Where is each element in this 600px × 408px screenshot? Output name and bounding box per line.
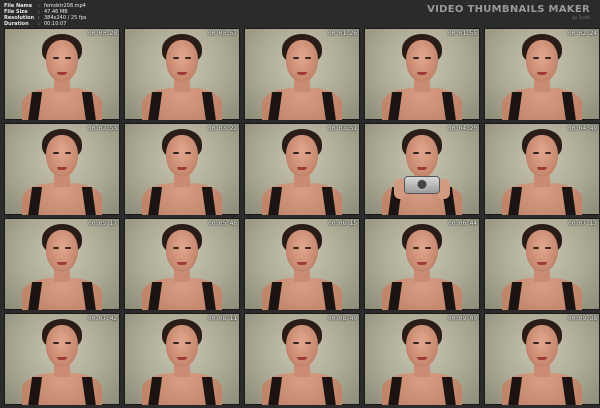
timestamp: 00:08:11 bbox=[208, 315, 237, 322]
timestamp: 00:08:40 bbox=[328, 315, 357, 322]
brand-subtitle: by Scatti bbox=[572, 15, 590, 20]
timestamp: 00:00:28 bbox=[88, 30, 117, 37]
thumbnail-frame[interactable]: 00:02:24 bbox=[484, 28, 600, 120]
brand-title: VIDEO THUMBNAILS MAKER bbox=[427, 4, 590, 15]
portrait-image bbox=[14, 34, 110, 120]
portrait-image bbox=[374, 319, 470, 405]
portrait-image bbox=[374, 224, 470, 310]
portrait-image bbox=[254, 34, 350, 120]
thumbnail-frame[interactable]: 00:00:57 bbox=[124, 28, 240, 120]
portrait-image bbox=[254, 319, 350, 405]
timestamp: 00:06:15 bbox=[328, 220, 357, 227]
thumbnail-frame[interactable]: 00:01:55 bbox=[364, 28, 480, 120]
portrait-image bbox=[254, 224, 350, 310]
thumbnail-frame[interactable]: 00:05:17 bbox=[4, 218, 120, 310]
portrait-image bbox=[14, 319, 110, 405]
portrait-image bbox=[494, 224, 590, 310]
timestamp: 00:02:24 bbox=[568, 30, 597, 37]
duration-value: 00:10:07 bbox=[44, 21, 67, 27]
portrait-image bbox=[374, 34, 470, 120]
thumbnail-frame[interactable]: 00:02:53 bbox=[4, 123, 120, 215]
portrait-image bbox=[494, 34, 590, 120]
timestamp: 00:05:46 bbox=[208, 220, 237, 227]
thumbnail-frame[interactable]: 00:04:20 bbox=[364, 123, 480, 215]
thumbnail-frame[interactable]: 00:04:49 bbox=[484, 123, 600, 215]
file-info-row: Duration : 00:10:07 bbox=[4, 21, 86, 27]
thumbnail-frame[interactable]: 00:03:51 bbox=[244, 123, 360, 215]
thumbnail-frame[interactable]: 00:07:13 bbox=[484, 218, 600, 310]
thumbnail-frame[interactable]: 00:09:09 bbox=[364, 313, 480, 405]
timestamp: 00:09:38 bbox=[568, 315, 597, 322]
timestamp: 00:04:49 bbox=[568, 125, 597, 132]
thumbnail-frame[interactable]: 00:09:38 bbox=[484, 313, 600, 405]
portrait-image bbox=[494, 319, 590, 405]
thumbnail-frame[interactable]: 00:08:40 bbox=[244, 313, 360, 405]
portrait-image bbox=[134, 34, 230, 120]
thumbnail-frame[interactable]: 00:08:11 bbox=[124, 313, 240, 405]
timestamp: 00:01:26 bbox=[328, 30, 357, 37]
portrait-image bbox=[14, 129, 110, 215]
file-info: File Name : femdstr208.mp4 File Size : 4… bbox=[4, 3, 86, 27]
timestamp: 00:03:22 bbox=[208, 125, 237, 132]
portrait-image bbox=[134, 319, 230, 405]
thumbnail-frame[interactable]: 00:05:46 bbox=[124, 218, 240, 310]
portrait-image bbox=[254, 129, 350, 215]
timestamp: 00:09:09 bbox=[448, 315, 477, 322]
timestamp: 00:03:51 bbox=[328, 125, 357, 132]
timestamp: 00:07:42 bbox=[88, 315, 117, 322]
thumbnail-grid: 00:00:28 00:00:57 00:01:26 00:01:55 00:02:24… bbox=[4, 28, 600, 405]
portrait-image bbox=[494, 129, 590, 215]
timestamp: 00:06:44 bbox=[448, 220, 477, 227]
timestamp: 00:00:57 bbox=[208, 30, 237, 37]
camera-icon bbox=[394, 173, 450, 199]
thumbnail-frame[interactable]: 00:06:15 bbox=[244, 218, 360, 310]
timestamp: 00:04:20 bbox=[448, 125, 477, 132]
thumbnail-frame[interactable]: 00:06:44 bbox=[364, 218, 480, 310]
thumbnail-frame[interactable]: 00:01:26 bbox=[244, 28, 360, 120]
portrait-image bbox=[134, 129, 230, 215]
timestamp: 00:07:13 bbox=[568, 220, 597, 227]
portrait-image bbox=[134, 224, 230, 310]
portrait-image bbox=[14, 224, 110, 310]
timestamp: 00:05:17 bbox=[88, 220, 117, 227]
duration-key: Duration bbox=[4, 21, 29, 27]
brand-logo: VIDEO THUMBNAILS MAKER by Scatti bbox=[427, 4, 590, 20]
timestamp: 00:02:53 bbox=[88, 125, 117, 132]
timestamp: 00:01:55 bbox=[448, 30, 477, 37]
header: File Name : femdstr208.mp4 File Size : 4… bbox=[0, 0, 600, 28]
portrait-image bbox=[374, 129, 470, 215]
thumbnail-frame[interactable]: 00:03:22 bbox=[124, 123, 240, 215]
thumbnail-frame[interactable]: 00:00:28 bbox=[4, 28, 120, 120]
thumbnail-frame[interactable]: 00:07:42 bbox=[4, 313, 120, 405]
